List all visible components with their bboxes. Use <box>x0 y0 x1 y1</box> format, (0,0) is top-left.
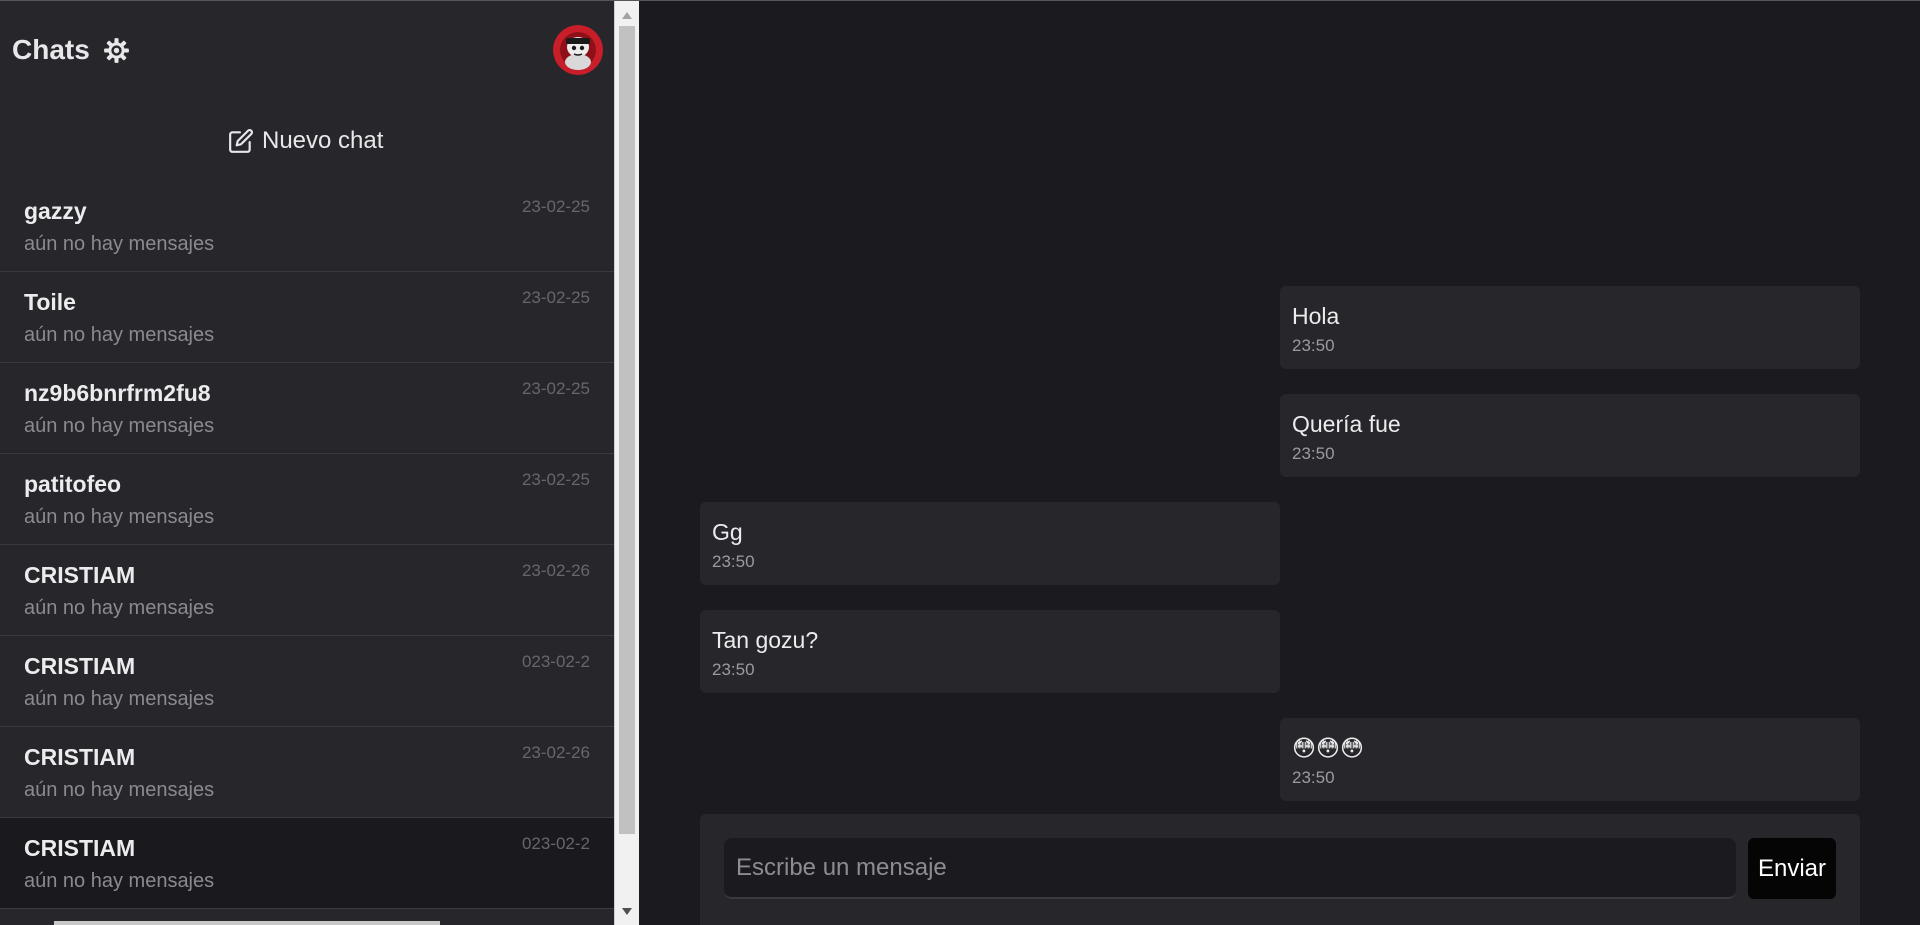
chat-date: 23-02-25 <box>521 288 590 307</box>
chat-date: 23-02-25 <box>521 197 590 216</box>
new-chat-button[interactable]: Nuevo chat <box>228 123 383 159</box>
send-button[interactable]: Enviar <box>1748 838 1836 899</box>
message-text: 😳😳😳 <box>1292 735 1364 761</box>
chat-date: 023-02-2 <box>521 652 590 671</box>
chat-list-item[interactable]: gazzy aún no hay mensajes 23-02-25 <box>0 181 614 272</box>
message-time: 23:50 <box>1292 444 1335 463</box>
message-bubble-received: Gg 23:50 <box>700 502 1280 585</box>
message-bubble-sent: 😳😳😳 23:50 <box>1280 718 1860 801</box>
chat-date: 23-02-26 <box>521 561 590 580</box>
chat-preview: aún no hay mensajes <box>24 233 215 255</box>
chat-name: CRISTIAM <box>24 562 136 588</box>
chat-preview: aún no hay mensajes <box>24 506 215 528</box>
new-chat-label: Nuevo chat <box>262 127 384 154</box>
message-text: Gg <box>712 519 743 545</box>
scrollbar-thumb[interactable] <box>619 26 635 834</box>
chat-preview: aún no hay mensajes <box>24 597 215 619</box>
chat-list-item[interactable]: nz9b6bnrfrm2fu8 aún no hay mensajes 23-0… <box>0 363 614 454</box>
chat-date: 23-02-26 <box>521 743 590 762</box>
message-text: Hola <box>1292 303 1340 329</box>
chat-date: 23-02-25 <box>521 379 590 398</box>
scroll-down-arrow-icon[interactable] <box>615 899 639 923</box>
sidebar-scrollbar[interactable] <box>614 1 639 925</box>
chat-date: 023-02-2 <box>521 834 590 853</box>
chat-name: CRISTIAM <box>24 744 136 770</box>
message-text: Tan gozu? <box>712 627 819 653</box>
chat-preview: aún no hay mensajes <box>24 324 215 346</box>
chat-list-item[interactable]: CRISTIAM aún no hay mensajes 23-02-26 <box>0 545 614 636</box>
chat-name: CRISTIAM <box>24 835 136 861</box>
sidebar-title: Chats <box>12 34 90 65</box>
message-bubble-received: Tan gozu? 23:50 <box>700 610 1280 693</box>
chat-preview: aún no hay mensajes <box>24 779 215 801</box>
gear-icon[interactable] <box>103 37 130 64</box>
sidebar-header: Chats <box>0 1 614 101</box>
chat-list-item[interactable]: patitofeo aún no hay mensajes 23-02-25 <box>0 454 614 545</box>
chat-name: nz9b6bnrfrm2fu8 <box>24 380 211 406</box>
chat-name: Toile <box>24 289 76 315</box>
scroll-up-arrow-icon[interactable] <box>615 3 639 27</box>
chat-preview: aún no hay mensajes <box>24 415 215 437</box>
message-bubble-sent: Quería fue 23:50 <box>1280 394 1860 477</box>
message-time: 23:50 <box>712 552 755 571</box>
avatar[interactable] <box>553 25 603 75</box>
chat-list: gazzy aún no hay mensajes 23-02-25 Toile… <box>0 181 614 909</box>
chat-date: 23-02-25 <box>521 470 590 489</box>
message-bubble-sent: Hola 23:50 <box>1280 286 1860 369</box>
message-composer: Enviar <box>700 814 1860 925</box>
message-time: 23:50 <box>1292 336 1335 355</box>
conversation-panel: Hola 23:50 Quería fue 23:50 Gg 23:50 Tan… <box>640 1 1920 925</box>
chat-app: Chats Nuevo chat gazzy aún no hay mensaj… <box>0 0 1920 925</box>
chat-preview: aún no hay mensajes <box>24 870 215 892</box>
message-time: 23:50 <box>1292 768 1335 787</box>
message-text: Quería fue <box>1292 411 1401 437</box>
chat-list-item[interactable]: Toile aún no hay mensajes 23-02-25 <box>0 272 614 363</box>
sidebar: Chats Nuevo chat gazzy aún no hay mensaj… <box>0 1 614 925</box>
chat-name: patitofeo <box>24 471 122 497</box>
edit-square-icon <box>228 128 254 154</box>
chat-name: CRISTIAM <box>24 653 136 679</box>
message-time: 23:50 <box>712 660 755 679</box>
chat-name: gazzy <box>24 198 87 224</box>
message-input[interactable] <box>724 838 1736 899</box>
horizontal-scrollbar-thumb[interactable] <box>54 921 440 925</box>
chat-list-item-active[interactable]: CRISTIAM aún no hay mensajes 023-02-2 <box>0 818 614 909</box>
chat-list-item[interactable]: CRISTIAM aún no hay mensajes 023-02-2 <box>0 636 614 727</box>
chat-list-item[interactable]: CRISTIAM aún no hay mensajes 23-02-26 <box>0 727 614 818</box>
chat-preview: aún no hay mensajes <box>24 688 215 710</box>
